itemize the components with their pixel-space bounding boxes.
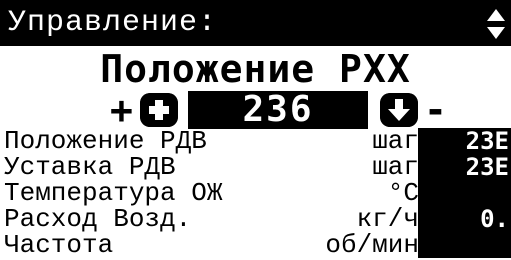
plus-label: + bbox=[110, 88, 133, 132]
param-name: Уставка РДВ bbox=[4, 152, 176, 182]
param-value: 23Е bbox=[418, 154, 511, 180]
param-value: 0. bbox=[418, 206, 511, 232]
param-value bbox=[418, 180, 511, 206]
param-row: Частота об/мин bbox=[0, 232, 511, 258]
value-display: 236 bbox=[188, 91, 368, 129]
param-name: Температура ОЖ bbox=[4, 178, 223, 208]
param-row: Температура ОЖ °С bbox=[0, 180, 511, 206]
param-name: Частота bbox=[4, 230, 114, 260]
param-row: Уставка РДВ шаг 23Е bbox=[0, 154, 511, 180]
param-row: Положение РДВ шаг 23Е bbox=[0, 128, 511, 154]
minus-label: - bbox=[424, 88, 447, 132]
param-value: 23Е bbox=[418, 128, 511, 154]
plus-circle-icon[interactable] bbox=[140, 93, 178, 127]
arrow-down-circle-icon[interactable] bbox=[380, 93, 418, 127]
param-name: Расход Возд. bbox=[4, 204, 192, 234]
param-row: Расход Возд. кг/ч 0. bbox=[0, 206, 511, 232]
param-unit: об/мин bbox=[325, 230, 419, 260]
param-unit: шаг bbox=[372, 126, 419, 156]
param-unit: °С bbox=[387, 178, 419, 208]
header-bar: Управление: bbox=[0, 0, 511, 46]
menu-title: Управление: bbox=[8, 6, 218, 40]
screen-title: Положение РХХ bbox=[100, 47, 411, 91]
param-unit: шаг bbox=[372, 152, 419, 182]
param-name: Положение РДВ bbox=[4, 126, 207, 156]
up-down-arrows-icon[interactable] bbox=[485, 7, 507, 41]
param-unit: кг/ч bbox=[356, 204, 419, 234]
parameter-list: Положение РДВ шаг 23Е Уставка РДВ шаг 23… bbox=[0, 128, 511, 258]
param-value bbox=[418, 232, 511, 258]
